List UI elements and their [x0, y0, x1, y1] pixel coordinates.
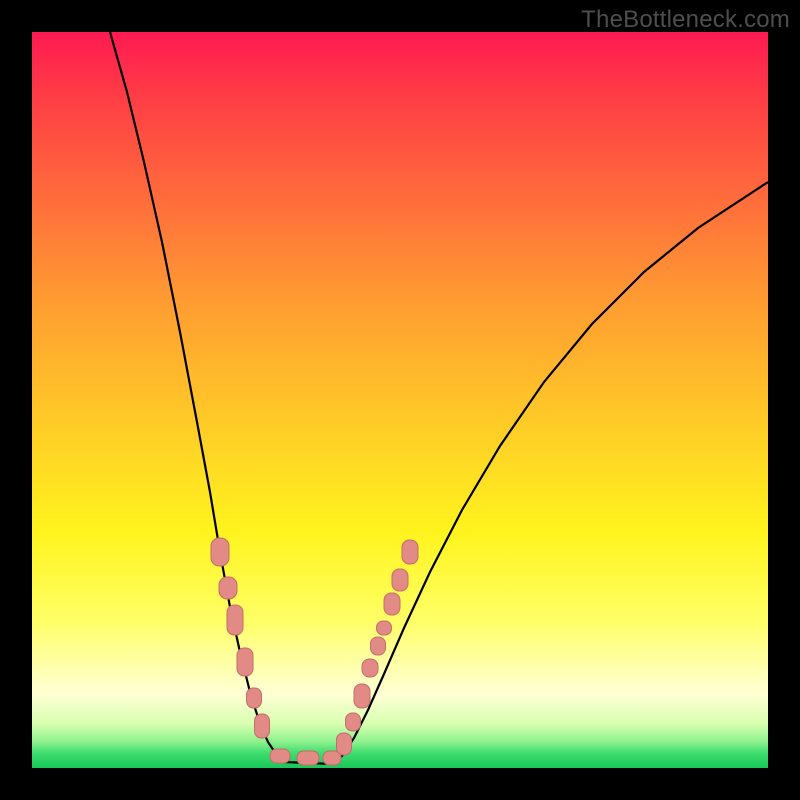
- data-point: [270, 749, 290, 763]
- watermark-text: TheBottleneck.com: [581, 6, 790, 34]
- data-point: [255, 714, 270, 738]
- data-point: [227, 605, 243, 635]
- chart-svg: [32, 32, 768, 768]
- bottleneck-curve: [110, 32, 768, 764]
- data-point: [402, 540, 418, 564]
- data-point: [247, 688, 262, 708]
- plot-area: [32, 32, 768, 768]
- data-point: [337, 733, 352, 755]
- data-point: [377, 621, 392, 635]
- data-point: [211, 538, 229, 566]
- data-point: [219, 577, 237, 599]
- data-point: [297, 751, 319, 765]
- data-point: [237, 648, 253, 676]
- data-points-layer: [211, 538, 418, 765]
- data-point: [362, 659, 378, 677]
- data-point: [354, 684, 370, 708]
- data-point: [384, 593, 400, 615]
- outer-frame: TheBottleneck.com: [0, 0, 800, 800]
- data-point: [346, 713, 361, 731]
- data-point: [392, 569, 408, 591]
- data-point: [371, 637, 386, 655]
